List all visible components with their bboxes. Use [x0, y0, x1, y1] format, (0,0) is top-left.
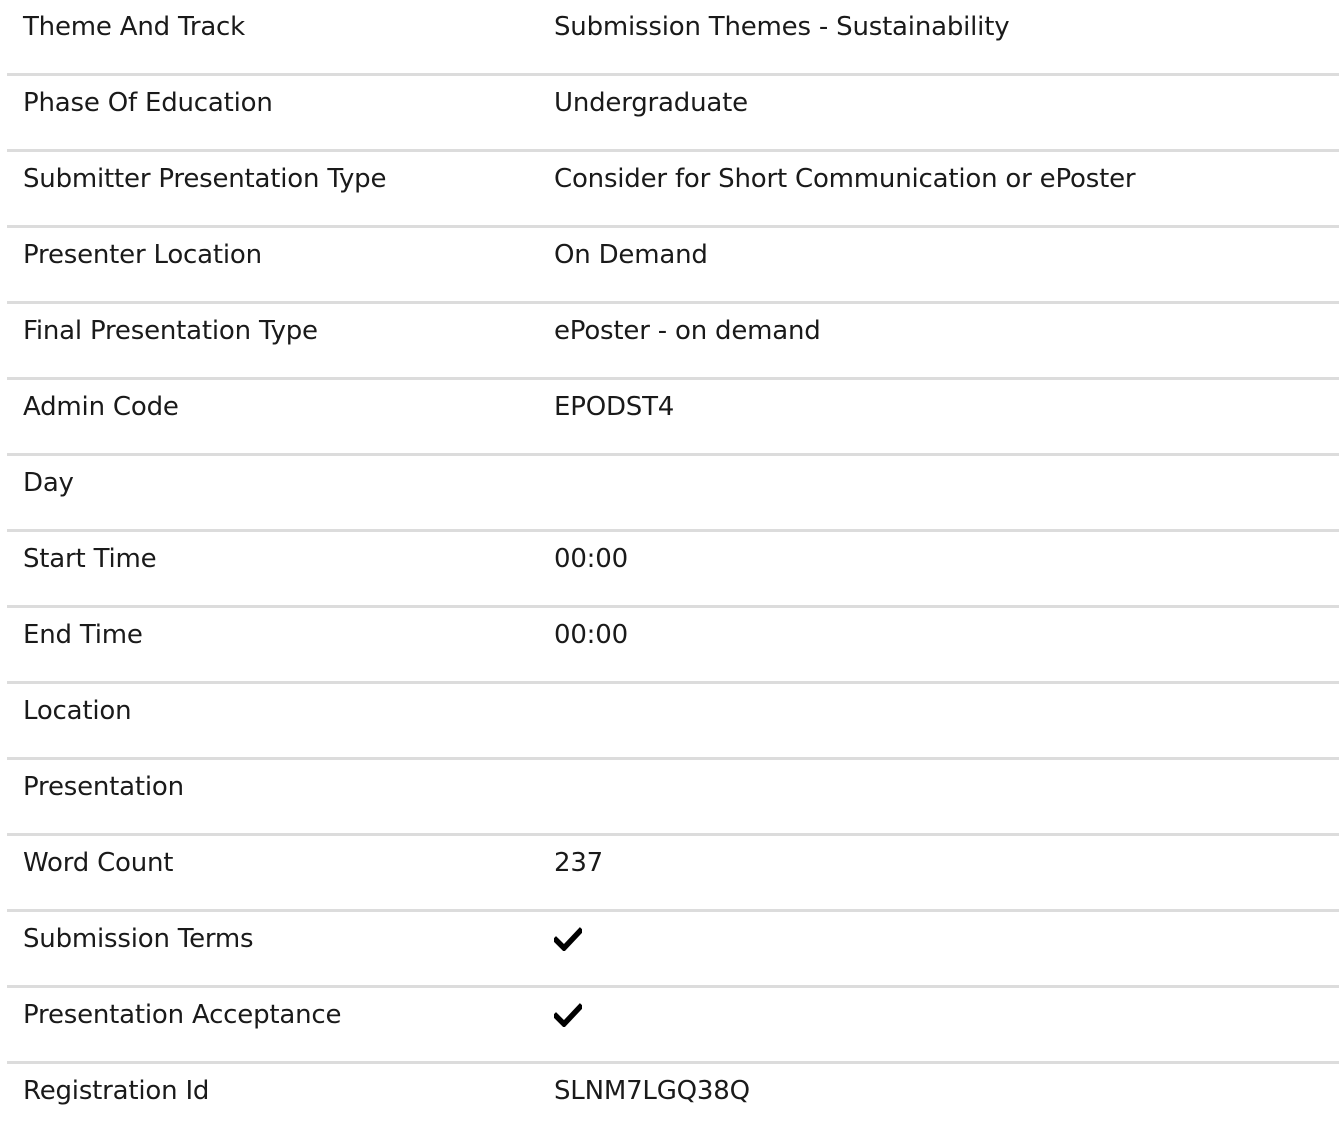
detail-row-start-time: Start Time 00:00: [7, 532, 1339, 608]
detail-label: Registration Id: [23, 1076, 210, 1106]
detail-row-admin-code: Admin Code EPODST4: [7, 380, 1339, 456]
detail-value: EPODST4: [554, 392, 675, 422]
detail-row-word-count: Word Count 237: [7, 836, 1339, 912]
detail-row-submission-terms: Submission Terms: [7, 912, 1339, 988]
detail-label: Presentation Acceptance: [23, 1000, 342, 1030]
check-icon: [554, 1003, 582, 1027]
detail-row-presenter-location: Presenter Location On Demand: [7, 228, 1339, 304]
detail-label: End Time: [23, 620, 143, 650]
detail-label: Phase Of Education: [23, 88, 273, 118]
detail-value: ePoster - on demand: [554, 316, 821, 346]
submission-details-table: Theme And Track Submission Themes - Sust…: [7, 0, 1339, 1137]
detail-label: Start Time: [23, 544, 157, 574]
detail-label: Day: [23, 468, 74, 498]
detail-row-theme-and-track: Theme And Track Submission Themes - Sust…: [7, 0, 1339, 76]
detail-row-presentation-acceptance: Presentation Acceptance: [7, 988, 1339, 1064]
detail-row-day: Day: [7, 456, 1339, 532]
detail-label: Submitter Presentation Type: [23, 164, 387, 194]
detail-value: Submission Themes - Sustainability: [554, 12, 1010, 42]
detail-row-submitter-presentation-type: Submitter Presentation Type Consider for…: [7, 152, 1339, 228]
detail-value: 237: [554, 848, 604, 878]
detail-label: Location: [23, 696, 132, 726]
detail-label: Submission Terms: [23, 924, 254, 954]
detail-value: SLNM7LGQ38Q: [554, 1076, 750, 1106]
detail-row-location: Location: [7, 684, 1339, 760]
detail-label: Word Count: [23, 848, 174, 878]
detail-label: Theme And Track: [23, 12, 246, 42]
detail-row-end-time: End Time 00:00: [7, 608, 1339, 684]
detail-value: Consider for Short Communication or ePos…: [554, 164, 1136, 194]
detail-value: Undergraduate: [554, 88, 748, 118]
detail-label: Presenter Location: [23, 240, 262, 270]
detail-value: 00:00: [554, 620, 628, 650]
detail-value: On Demand: [554, 240, 708, 270]
check-icon: [554, 927, 582, 951]
detail-value: 00:00: [554, 544, 628, 574]
detail-label: Final Presentation Type: [23, 316, 318, 346]
detail-row-phase-of-education: Phase Of Education Undergraduate: [7, 76, 1339, 152]
detail-row-presentation: Presentation: [7, 760, 1339, 836]
detail-row-final-presentation-type: Final Presentation Type ePoster - on dem…: [7, 304, 1339, 380]
detail-label: Admin Code: [23, 392, 179, 422]
detail-row-registration-id: Registration Id SLNM7LGQ38Q: [7, 1064, 1339, 1137]
detail-label: Presentation: [23, 772, 184, 802]
